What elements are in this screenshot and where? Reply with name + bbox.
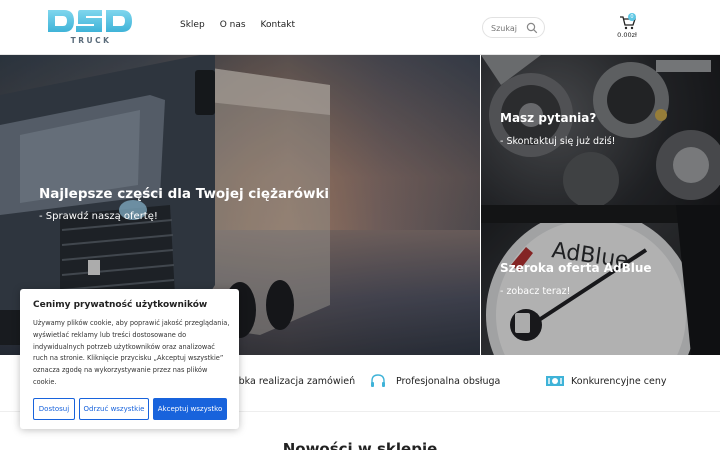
cookie-text: Używamy plików cookie, aby poprawić jako… [33,319,230,386]
panel-contact-subtitle[interactable]: - Skontaktuj się już dziś! [500,136,615,147]
feature-competitive-prices: Konkurencyjne ceny [571,376,667,387]
hero-subtitle[interactable]: - Sprawdź naszą ofertę! [39,211,158,222]
accept-all-button[interactable]: Akceptuj wszystko [153,398,227,420]
feature-professional-service: Profesjonalna obsługa [396,376,501,387]
promo-contact-panel[interactable]: Masz pytania? - Skontaktuj się już dziś! [481,55,720,205]
reject-all-button[interactable]: Odrzuć wszystkie [79,398,149,420]
nav-item-sklep[interactable]: Sklep [180,20,205,30]
search-icon[interactable] [526,22,538,34]
panel-adblue-title: Szeroka oferta AdBlue [500,261,652,275]
nav-item-o-nas[interactable]: O nas [220,20,246,30]
cart-count-badge: 0 [628,13,636,21]
search-input[interactable] [491,21,525,35]
nav-item-kontakt[interactable]: Kontakt [261,20,295,30]
headset-icon [371,374,385,387]
hero-title: Najlepsze części dla Twojej ciężarówki [39,186,330,202]
money-icon [546,376,564,386]
logo-subtitle: TRUCK [70,36,112,45]
new-products-title: Nowości w sklepie [282,440,438,450]
logo-mark [48,10,132,32]
customize-button[interactable]: Dostosuj [33,398,75,420]
cookie-consent-banner: Cenimy prywatność użytkowników Używamy p… [20,289,239,429]
logo[interactable]: TRUCK [46,7,136,47]
main-nav: Sklep O nas Kontakt [180,20,295,30]
feature-fast-delivery: Szybka realizacja zamówień [222,376,356,387]
panel-contact-title: Masz pytania? [500,111,597,125]
cookie-title: Cenimy prywatność użytkowników [33,300,208,310]
search-box [482,17,545,38]
site-header: TRUCK Sklep O nas Kontakt 0 0.00zł [0,0,720,55]
cart-total[interactable]: 0.00zł [612,31,642,39]
promo-adblue-panel[interactable]: AdBlue Szeroka oferta AdBlue - zobacz te… [481,205,720,355]
panel-adblue-subtitle[interactable]: - zobacz teraz! [500,286,570,297]
